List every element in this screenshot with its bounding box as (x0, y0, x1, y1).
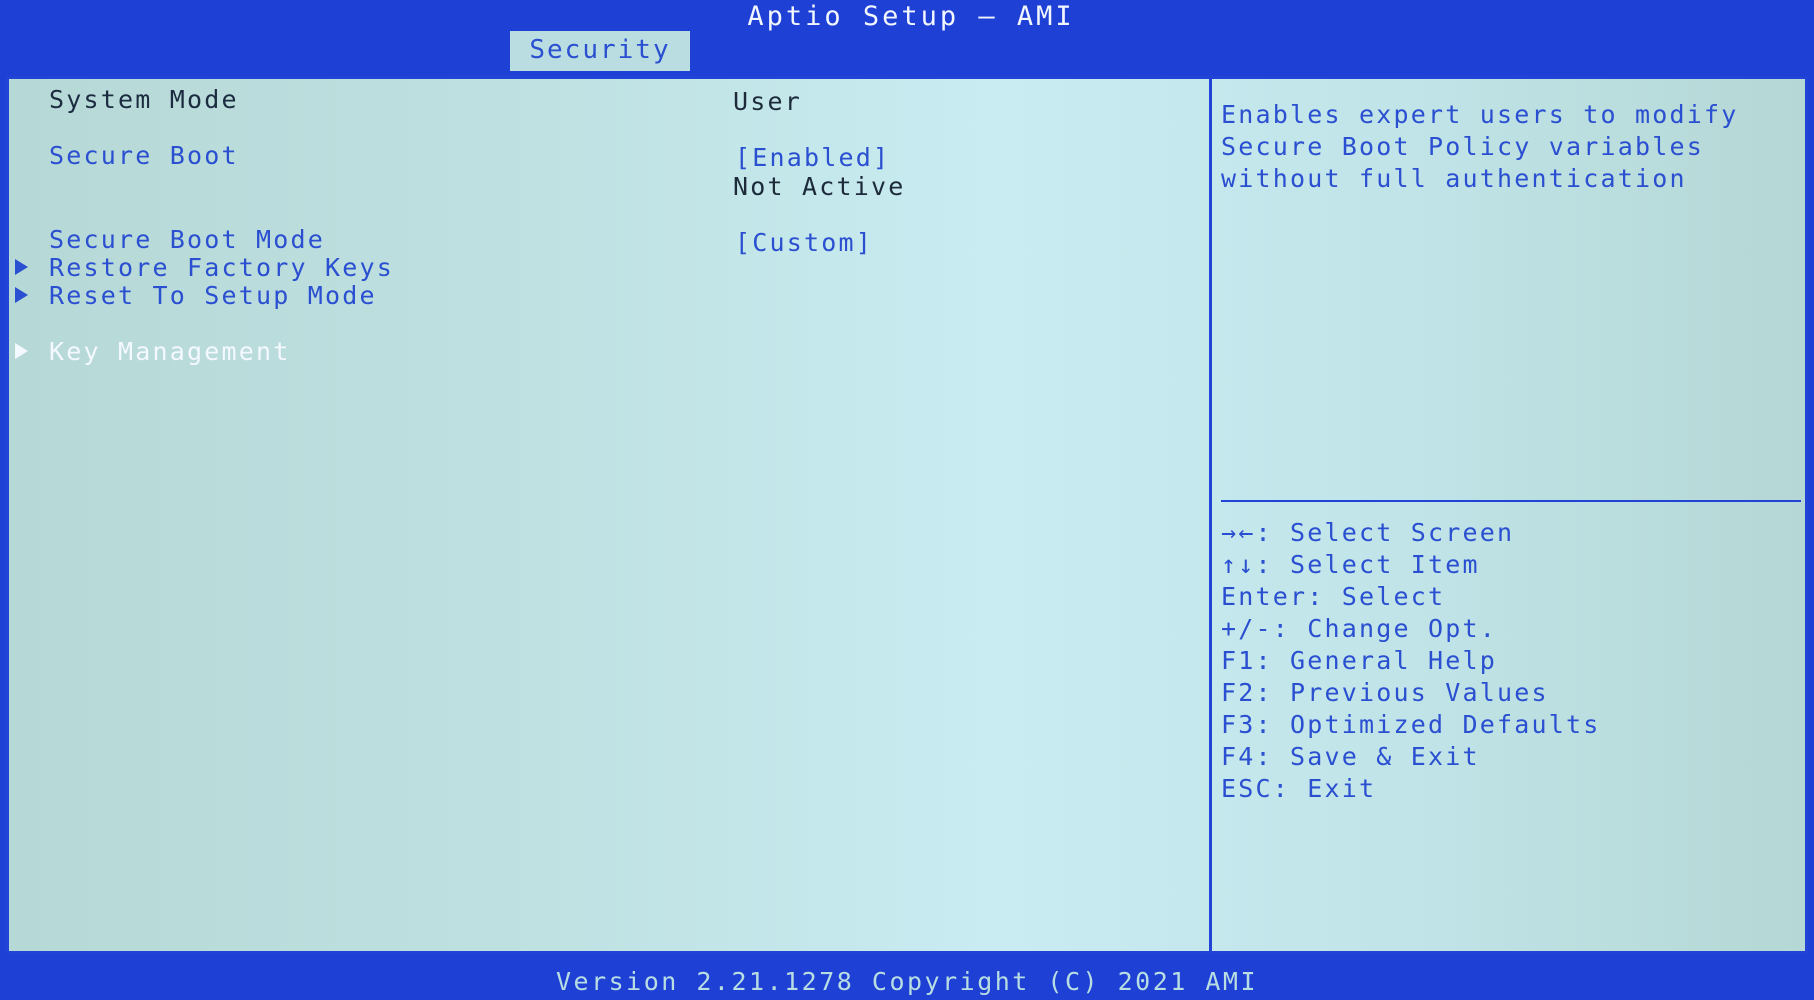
key-hint: +/-: Change Opt. (1221, 614, 1498, 643)
tab-security[interactable]: Security (510, 31, 690, 71)
submenu-arrow-icon (15, 259, 28, 275)
help-description: Enables expert users to modify Secure Bo… (1221, 100, 1739, 193)
secure-boot-mode-value[interactable]: [Custom] (735, 228, 873, 257)
help-divider (1221, 500, 1801, 502)
window-title: Aptio Setup – AMI (747, 1, 1075, 32)
key-management-item[interactable]: Key Management (49, 337, 291, 366)
reset-to-setup-mode-item[interactable]: Reset To Setup Mode (49, 281, 377, 310)
key-hint: F4: Save & Exit (1221, 742, 1480, 771)
key-hint: F3: Optimized Defaults (1221, 710, 1601, 739)
secure-boot-item[interactable]: Secure Boot (49, 141, 239, 170)
key-hint: Enter: Select (1221, 582, 1446, 611)
submenu-arrow-icon (15, 287, 28, 303)
key-hint: F1: General Help (1221, 646, 1498, 675)
secure-boot-mode-item[interactable]: Secure Boot Mode (49, 225, 325, 254)
version-footer: Version 2.21.1278 Copyright (C) 2021 AMI (555, 967, 1259, 996)
key-hint: ESC: Exit (1221, 774, 1377, 803)
main-panel: System Mode User Secure Boot [Enabled] N… (6, 76, 1808, 954)
submenu-arrow-icon (15, 343, 28, 359)
restore-factory-keys-item[interactable]: Restore Factory Keys (49, 253, 394, 282)
system-mode-label: System Mode (49, 85, 239, 114)
key-hint: →←: Select Screen (1221, 518, 1515, 547)
key-hint: F2: Previous Values (1221, 678, 1549, 707)
panel-divider (1209, 79, 1212, 951)
key-hint: ↑↓: Select Item (1221, 550, 1480, 579)
secure-boot-status: Not Active (733, 172, 906, 201)
key-legend: →←: Select Screen ↑↓: Select Item Enter:… (1221, 517, 1601, 805)
system-mode-value: User (733, 87, 803, 116)
bios-screen: Aptio Setup – AMI Security System Mode U… (0, 0, 1814, 1000)
secure-boot-value[interactable]: [Enabled] (735, 143, 890, 172)
